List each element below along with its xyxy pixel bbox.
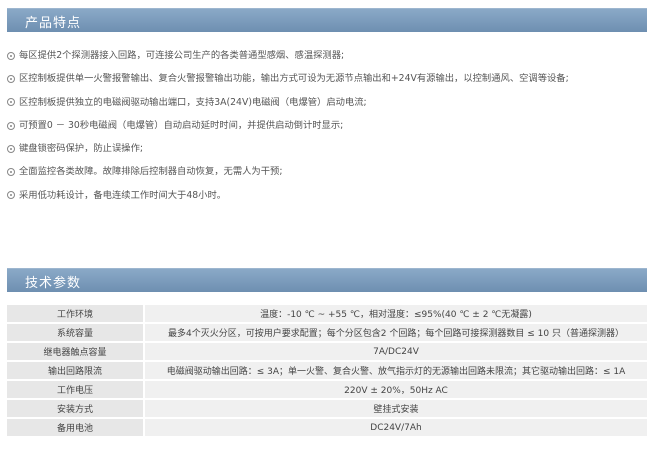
spec-value: 7A/DC24V xyxy=(143,343,647,360)
table-row: 安装方式 壁挂式安装 xyxy=(7,400,647,417)
feature-item: 键盘锁密码保护，防止误操作; xyxy=(7,137,647,160)
feature-item: 区控制板提供独立的电磁阀驱动输出端口，支持3A(24V)电磁阀（电爆管）启动电流… xyxy=(7,91,647,114)
spec-value: 温度：-10 ℃ ~ +55 ℃，相对湿度：≤95%(40 ℃ ± 2 ℃无凝露… xyxy=(143,305,647,322)
circle-bullet-icon xyxy=(7,98,15,107)
spec-label: 继电器触点容量 xyxy=(7,343,143,360)
circle-bullet-icon xyxy=(7,168,15,177)
feature-item: 区控制板提供单一火警报警输出、复合火警报警输出功能，输出方式可设为无源节点输出和… xyxy=(7,67,647,90)
spec-label: 安装方式 xyxy=(7,400,143,417)
table-row: 备用电池 DC24V/7Ah xyxy=(7,419,647,436)
spec-label: 系统容量 xyxy=(7,324,143,341)
spec-value: DC24V/7Ah xyxy=(143,419,647,436)
spec-label: 工作电压 xyxy=(7,381,143,398)
circle-bullet-icon xyxy=(7,74,15,83)
circle-bullet-icon xyxy=(7,121,15,130)
section-header-features: 产品特点 xyxy=(7,8,647,32)
spec-value: 最多4个灭火分区，可按用户要求配置；每个分区包含2 个回路；每个回路可接探测器数… xyxy=(143,324,647,341)
circle-bullet-icon xyxy=(7,144,15,153)
spec-label: 工作环境 xyxy=(7,305,143,322)
spec-table: 工作环境 温度：-10 ℃ ~ +55 ℃，相对湿度：≤95%(40 ℃ ± 2 … xyxy=(7,303,647,438)
table-row: 工作环境 温度：-10 ℃ ~ +55 ℃，相对湿度：≤95%(40 ℃ ± 2 … xyxy=(7,305,647,322)
section-header-specs: 技术参数 xyxy=(7,268,647,292)
table-row: 输出回路限流 电磁阀驱动输出回路：≤ 3A；单一火警、复合火警、放气指示灯的无源输… xyxy=(7,362,647,379)
circle-bullet-icon xyxy=(7,191,15,200)
spec-value: 220V ± 20%，50Hz AC xyxy=(143,381,647,398)
feature-item: 每区提供2个探测器接入回路，可连接公司生产的各类普通型感烟、感温探测器; xyxy=(7,44,647,67)
spec-value: 壁挂式安装 xyxy=(143,400,647,417)
feature-item: 全面监控各类故障。故障排除后控制器自动恢复，无需人为干预; xyxy=(7,160,647,183)
table-row: 继电器触点容量 7A/DC24V xyxy=(7,343,647,360)
section-title-features: 产品特点 xyxy=(25,16,82,31)
feature-item: 可预置0 － 30秒电磁阀（电爆管）自动启动延时时间，并提供启动倒计时显示; xyxy=(7,114,647,137)
spec-value: 电磁阀驱动输出回路：≤ 3A；单一火警、复合火警、放气指示灯的无源输出回路未限流… xyxy=(143,362,647,379)
table-row: 工作电压 220V ± 20%，50Hz AC xyxy=(7,381,647,398)
feature-list: 每区提供2个探测器接入回路，可连接公司生产的各类普通型感烟、感温探测器; 区控制… xyxy=(7,44,647,207)
spec-label: 输出回路限流 xyxy=(7,362,143,379)
table-row: 系统容量 最多4个灭火分区，可按用户要求配置；每个分区包含2 个回路；每个回路可接… xyxy=(7,324,647,341)
section-title-specs: 技术参数 xyxy=(25,276,82,291)
feature-item: 采用低功耗设计，备电连续工作时间大于48小时。 xyxy=(7,184,647,207)
spec-label: 备用电池 xyxy=(7,419,143,436)
circle-bullet-icon xyxy=(7,51,15,60)
